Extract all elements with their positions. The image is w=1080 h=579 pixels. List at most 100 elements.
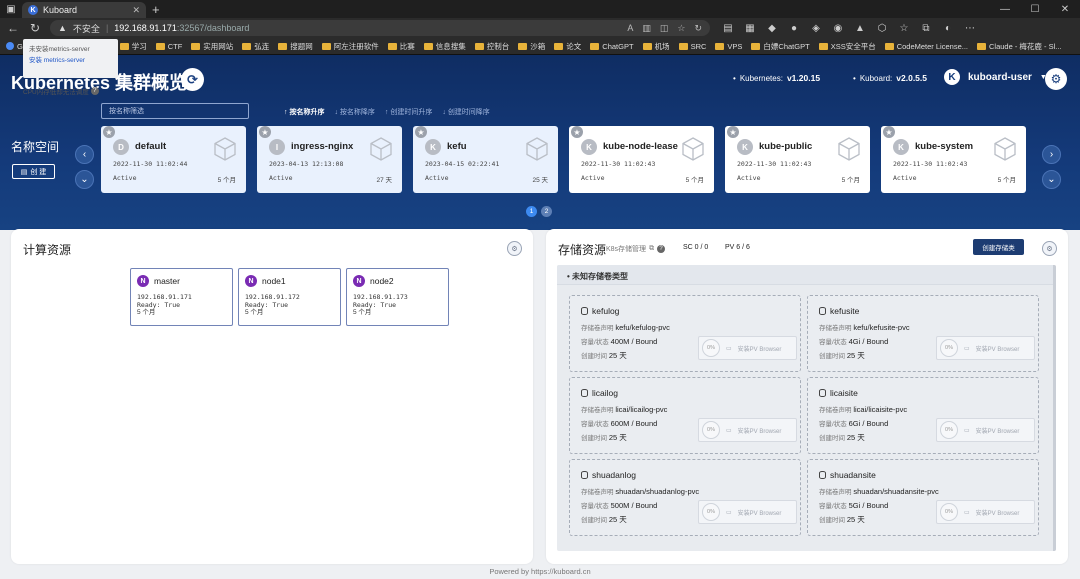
more-icon[interactable]: ⋯ (964, 23, 976, 34)
extension-2-icon[interactable]: ▦ (744, 23, 756, 34)
bookmark-item[interactable]: 实用网站 (191, 41, 233, 52)
star-icon[interactable]: ★ (571, 126, 583, 138)
refresh-small-icon[interactable]: ↻ (694, 23, 702, 34)
sort-option[interactable]: ↑ 按名称升序 (284, 107, 324, 117)
node-card[interactable]: Nmaster 192.168.91.171 Ready: True 5 个月 (130, 268, 233, 326)
namespace-card[interactable]: ★ Kkube-public 2022-11-30 11:02:43 Active 5 … (725, 126, 870, 193)
star-icon[interactable]: ★ (259, 126, 271, 138)
bookmark-label: 机场 (654, 41, 670, 51)
pv-browser-button[interactable]: 0% ▭ 安装PV Browser (698, 500, 797, 524)
create-namespace-button[interactable]: ▤ 创 建 (12, 164, 55, 179)
namespace-card[interactable]: ★ Kkube-node-lease 2022-11-30 11:02:43 Acti… (569, 126, 714, 193)
split-icon[interactable]: ◫ (660, 23, 669, 34)
node-card[interactable]: Nnode1 192.168.91.172 Ready: True 5 个月 (238, 268, 341, 326)
bookmark-item[interactable]: 学习 (119, 41, 147, 52)
page-dot[interactable]: 2 (541, 206, 552, 217)
url-input[interactable]: ▲ 不安全 | 192.168.91.171:32567/dashboard A… (50, 20, 710, 36)
pv-browser-button[interactable]: 0% ▭ 安装PV Browser (698, 418, 797, 442)
user-menu[interactable]: K kuboard-user ▼ (944, 69, 1047, 85)
bookmark-item[interactable]: 机场 (642, 41, 670, 52)
namespace-filter-input[interactable] (101, 103, 249, 119)
reload-icon[interactable]: ↻ (28, 21, 42, 35)
extension-4-icon[interactable]: ● (788, 23, 800, 34)
sort-option[interactable]: ↓ 按名称降序 (334, 107, 374, 117)
star-icon[interactable]: ★ (883, 126, 895, 138)
create-storage-class-button[interactable]: 创建存储类 (973, 239, 1024, 255)
settings-button[interactable]: ⚙ (1045, 68, 1067, 90)
install-metrics-link[interactable]: 安装 metrics-server (29, 55, 112, 66)
tab-close-icon[interactable]: ✕ (132, 5, 140, 16)
star-icon[interactable]: ★ (415, 126, 427, 138)
star-icon[interactable]: ★ (727, 126, 739, 138)
bookmark-item[interactable]: 控制台 (474, 41, 509, 52)
back-icon[interactable]: ← (6, 21, 20, 35)
window-menu-icon[interactable]: ▣ (0, 0, 22, 18)
ns-prev-button[interactable]: ‹ (75, 145, 94, 164)
pv-card[interactable]: shuadansite 存储卷声明 shuadan/shuadansite-pvc… (807, 459, 1039, 536)
extension-6-icon[interactable]: ◉ (832, 23, 844, 34)
pv-browser-button[interactable]: 0% ▭ 安装PV Browser (936, 336, 1035, 360)
extension-7-icon[interactable]: ▲ (854, 23, 866, 34)
page-dot[interactable]: 1 (526, 206, 537, 217)
sort-option[interactable]: ↑ 创建时间升序 (385, 107, 432, 117)
ns-collapse-button[interactable]: ⌄ (75, 170, 94, 189)
collections-icon[interactable]: ⧉ (920, 23, 932, 34)
storage-title: 存储资源 (558, 243, 607, 257)
bookmark-item[interactable]: 论文 (554, 41, 581, 52)
pv-card[interactable]: kefusite 存储卷声明 kefu/kefusite-pvc 容量/状态 4Gi… (807, 295, 1039, 372)
pv-browser-button[interactable]: 0% ▭ 安装PV Browser (936, 418, 1035, 442)
read-aloud-icon[interactable]: A (627, 23, 633, 34)
help-icon[interactable]: ? (90, 87, 99, 95)
pv-browser-button[interactable]: 0% ▭ 安装PV Browser (936, 500, 1035, 524)
bookmark-item[interactable]: 阿左注册软件 (321, 41, 379, 52)
bookmark-item[interactable]: 沙箱 (518, 41, 545, 52)
bookmark-item[interactable]: VPS (715, 42, 742, 51)
k8s-storage-link[interactable]: K8s存储管理 ⧉ ? (606, 244, 666, 254)
browser-tab[interactable]: K Kuboard ✕ (22, 2, 146, 18)
pv-browser-button[interactable]: 0% ▭ 安装PV Browser (698, 336, 797, 360)
extension-5-icon[interactable]: ◈ (810, 23, 822, 34)
maximize-icon[interactable]: ☐ (1020, 4, 1050, 15)
storage-scrollbar[interactable] (1053, 265, 1056, 551)
extension-1-icon[interactable]: ▤ (722, 23, 734, 34)
namespace-card[interactable]: ★ Iingress-nginx 2023-04-13 12:13:08 Active… (257, 126, 402, 193)
compute-settings-button[interactable]: ⚙ (507, 241, 522, 256)
extension-3-icon[interactable]: ◆ (766, 23, 778, 34)
bookmark-item[interactable]: 弘连 (242, 41, 269, 52)
new-tab-icon[interactable]: + (152, 2, 160, 17)
pv-card[interactable]: licaisite 存储卷声明 licai/licaisite-pvc 容量/状态 … (807, 377, 1039, 454)
bookmark-item[interactable]: Claude - 梅花鹿 - Sl... (977, 41, 1062, 52)
bookmark-item[interactable]: 白嫖ChatGPT (751, 41, 810, 52)
sort-option[interactable]: ↓ 创建时间降序 (442, 107, 489, 117)
extensions-menu-icon[interactable]: ⬡ (876, 23, 888, 34)
bookmark-item[interactable]: 比赛 (387, 41, 415, 52)
k8s-storage-link-label: K8s存储管理 (606, 246, 647, 253)
pv-card[interactable]: licailog 存储卷声明 licai/licailog-pvc 容量/状态 60… (569, 377, 801, 454)
favorite-icon[interactable]: ☆ (677, 23, 685, 34)
ns-expand-button[interactable]: ⌄ (1042, 170, 1061, 189)
bookmark-item[interactable]: CodeMeter License... (884, 42, 968, 51)
bookmark-item[interactable]: 搜题网 (278, 41, 313, 52)
namespace-card[interactable]: ★ Kkube-system 2022-11-30 11:02:43 Active 5 … (881, 126, 1026, 193)
reader-icon[interactable]: ▥ (642, 23, 651, 34)
favorites-icon[interactable]: ☆ (898, 23, 910, 34)
bookmark-item[interactable]: SRC (678, 42, 706, 51)
bookmark-item[interactable]: XSS安全平台 (818, 41, 876, 52)
namespace-card[interactable]: ★ Kkefu 2023-04-15 02:22:41 Active 25 天 (413, 126, 558, 193)
star-icon[interactable]: ★ (103, 126, 115, 138)
minimize-icon[interactable]: — (990, 4, 1020, 15)
storage-group-header[interactable]: • 未知存储卷类型 (557, 265, 1053, 285)
node-card[interactable]: Nnode2 192.168.91.173 Ready: True 5 个月 (346, 268, 449, 326)
help-icon[interactable]: ? (657, 245, 666, 253)
pv-card[interactable]: shuadanlog 存储卷声明 shuadan/shuadanlog-pvc 容量… (569, 459, 801, 536)
profile-icon[interactable]: ◐ (942, 23, 954, 34)
refresh-button[interactable]: ⟳ (181, 68, 204, 91)
namespace-card[interactable]: ★ Ddefault 2022-11-30 11:02:44 Active 5 个月 (101, 126, 246, 193)
storage-settings-button[interactable]: ⚙ (1042, 241, 1057, 256)
bookmark-item[interactable]: ChatGPT (590, 42, 634, 51)
pv-card[interactable]: kefulog 存储卷声明 kefu/kefulog-pvc 容量/状态 400M … (569, 295, 801, 372)
close-window-icon[interactable]: ✕ (1050, 4, 1080, 15)
ns-next-button[interactable]: › (1042, 145, 1061, 164)
bookmark-item[interactable]: 信息搜集 (423, 41, 466, 52)
bookmark-item[interactable]: CTF (155, 42, 182, 51)
